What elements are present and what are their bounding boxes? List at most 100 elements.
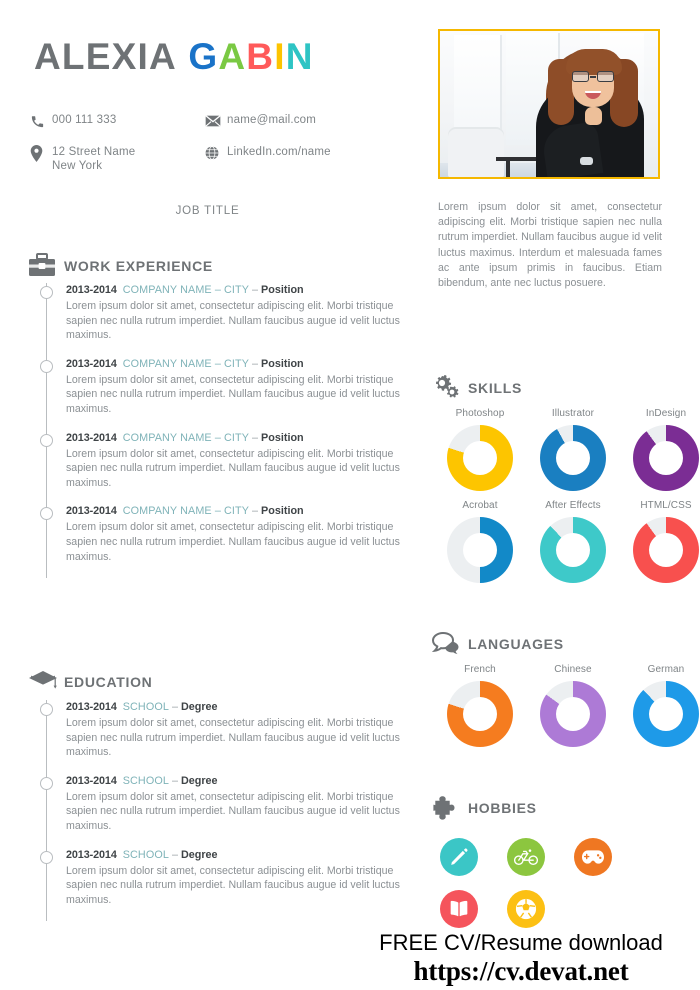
contact-email[interactable]: name@mail.com	[205, 112, 316, 130]
puzzle-piece-icon	[432, 795, 468, 821]
entry-organization: SCHOOL	[122, 848, 169, 861]
last-name-letter-i: I	[274, 36, 286, 77]
donut-label: French	[464, 664, 496, 675]
donut-chart-item: German	[626, 664, 700, 747]
languages-row: French Chinese German	[440, 664, 700, 747]
timeline-dot	[40, 507, 53, 521]
entry-years: 2013-2014	[66, 505, 117, 518]
timeline-dot	[40, 703, 53, 716]
entry-separator: –	[252, 284, 259, 296]
donut-chart-item: Chinese	[533, 664, 613, 747]
section-header-work: WORK EXPERIENCE	[28, 253, 213, 279]
entry-years: 2013-2014	[66, 357, 117, 370]
entry-heading: 2013-2014 SCHOOL – Degree	[66, 774, 410, 788]
contact-address[interactable]: 12 Street Name New York	[30, 144, 205, 173]
entry-separator: –	[252, 357, 259, 370]
donut-ring	[633, 681, 699, 747]
entry-description: Lorem ipsum dolor sit amet, consectetur …	[66, 790, 400, 832]
watermark-line-1: FREE CV/Resume download	[379, 930, 663, 955]
donut-hole	[463, 441, 497, 475]
timeline-dot	[40, 359, 53, 373]
entry-role: Degree	[180, 774, 218, 787]
entry-role: Position	[261, 505, 304, 518]
donut-ring	[447, 425, 513, 491]
entry-organization: COMPANY NAME – CITY	[122, 357, 250, 370]
donut-ring	[633, 425, 699, 491]
gamepad-icon[interactable]	[574, 838, 612, 876]
entry-role: Position	[261, 284, 304, 296]
skills-row-1: Photoshop Illustrator InDesign	[440, 408, 700, 491]
donut-chart-item: HTML/CSS	[626, 500, 700, 583]
entry-years: 2013-2014	[66, 848, 117, 861]
phone-icon	[30, 112, 52, 130]
entry-separator: –	[171, 701, 178, 713]
section-title-work: WORK EXPERIENCE	[64, 258, 213, 274]
full-name: ALEXIA GABIN	[34, 38, 314, 75]
email-text: name@mail.com	[227, 114, 317, 126]
entry-description: Lorem ipsum dolor sit amet, consectetur …	[66, 300, 400, 342]
work-timeline: 2013-2014 COMPANY NAME – CITY – Position…	[40, 283, 410, 579]
section-header-skills: SKILLS	[432, 375, 522, 401]
bicycle-icon[interactable]	[507, 838, 545, 876]
entry-heading: 2013-2014 COMPANY NAME – CITY – Position	[66, 431, 410, 445]
last-name-letter-a: A	[218, 36, 247, 77]
section-title-education: EDUCATION	[64, 674, 153, 690]
hobbies-grid	[440, 838, 680, 942]
globe-icon	[205, 144, 227, 162]
profile-summary: Lorem ipsum dolor sit amet, consectetur …	[438, 201, 662, 290]
watermark: FREE CV/Resume download https://cv.devat…	[346, 930, 696, 986]
entry-role: Degree	[180, 701, 218, 713]
donut-chart-item: French	[440, 664, 520, 747]
donut-ring	[447, 681, 513, 747]
donut-ring	[633, 517, 699, 583]
donut-chart-item: Illustrator	[533, 408, 613, 491]
timeline-dot	[40, 776, 53, 790]
section-title-skills: SKILLS	[468, 380, 522, 396]
envelope-icon	[205, 112, 227, 130]
contact-linkedin[interactable]: LinkedIn.com/name	[205, 144, 331, 173]
entry-description: Lorem ipsum dolor sit amet, consectetur …	[66, 447, 400, 489]
entry-description: Lorem ipsum dolor sit amet, consectetur …	[66, 373, 400, 415]
soccer-ball-icon[interactable]	[507, 890, 545, 928]
donut-label: Chinese	[554, 664, 592, 675]
contact-phone[interactable]: 000 111 333	[30, 112, 205, 130]
location-pin-icon	[30, 144, 52, 162]
entry-organization: SCHOOL	[122, 774, 169, 787]
timeline-entry: 2013-2014 SCHOOL – Degree Lorem ipsum dol…	[40, 774, 410, 834]
timeline-dot	[40, 850, 53, 864]
entry-role: Position	[261, 431, 304, 444]
donut-hole	[556, 533, 590, 567]
contact-row: 000 111 333 name@mail.com	[30, 112, 410, 130]
entry-heading: 2013-2014 COMPANY NAME – CITY – Position	[66, 357, 410, 371]
timeline-entry: 2013-2014 COMPANY NAME – CITY – Position…	[40, 504, 410, 564]
donut-chart-item: InDesign	[626, 408, 700, 491]
donut-label: InDesign	[645, 408, 687, 419]
entry-separator: –	[252, 431, 259, 444]
pencil-icon[interactable]	[440, 838, 478, 876]
donut-label: Acrobat	[462, 500, 498, 511]
phone-text: 000 111 333	[52, 114, 117, 126]
section-header-languages: LANGUAGES	[432, 632, 564, 656]
donut-hole	[649, 441, 683, 475]
entry-years: 2013-2014	[66, 701, 117, 713]
entry-separator: –	[171, 774, 178, 787]
book-icon[interactable]	[440, 890, 478, 928]
graduation-cap-icon	[28, 670, 64, 694]
gears-icon	[432, 375, 468, 401]
donut-hole	[649, 533, 683, 567]
donut-ring	[540, 681, 606, 747]
donut-label: Illustrator	[551, 408, 595, 419]
entry-role: Position	[261, 357, 304, 370]
donut-chart-item: Acrobat	[440, 500, 520, 583]
donut-label: Photoshop	[455, 408, 505, 419]
watermark-line-2: https://cv.devat.net	[413, 956, 629, 986]
name-header: ALEXIA GABIN	[34, 38, 314, 75]
linkedin-text: LinkedIn.com/name	[227, 146, 331, 158]
address-text: 12 Street Name New York	[52, 146, 136, 172]
job-title: JOB TITLE	[175, 205, 240, 217]
entry-organization: COMPANY NAME – CITY	[122, 284, 250, 296]
contact-info: 000 111 333 name@mail.com 12 Street Name…	[30, 112, 410, 187]
entry-separator: –	[171, 848, 178, 861]
entry-separator: –	[252, 505, 259, 518]
speech-bubbles-icon	[432, 632, 468, 656]
